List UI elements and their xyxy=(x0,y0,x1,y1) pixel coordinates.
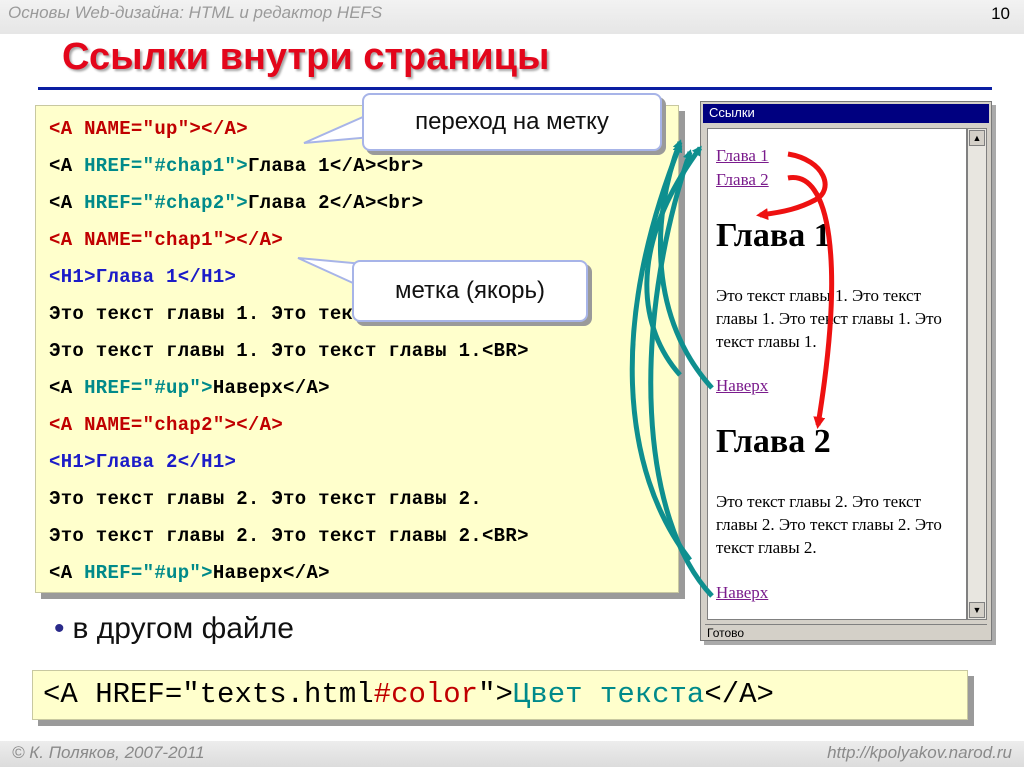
code-token: HREF="#up"> xyxy=(84,377,213,399)
code-token: Это текст главы 1. Это текст главы 1.<BR… xyxy=(49,340,529,362)
code-token: <H1>Глава 2</H1> xyxy=(49,451,237,473)
code-line-5: <H1>Глава 1</H1> xyxy=(49,266,236,288)
code-token: <A xyxy=(49,562,85,584)
link-chapter-1[interactable]: Глава 1 xyxy=(716,146,769,166)
callout-anchor: метка (якорь) xyxy=(352,260,588,322)
bullet-text: в другом файле xyxy=(72,612,294,645)
code-token: <A xyxy=(43,678,96,711)
code-token: <A xyxy=(49,155,85,177)
code-line-12: Это текст главы 2. Это текст главы 2.<BR… xyxy=(49,525,529,547)
code-token: Наверх</A> xyxy=(212,377,330,399)
link-chapter-2[interactable]: Глава 2 xyxy=(716,170,769,190)
paragraph-chapter-2: Это текст главы 2. Это текст главы 2. Эт… xyxy=(716,492,942,557)
site-url: http://kpolyakov.narod.ru xyxy=(827,743,1012,762)
code-token: <A NAME="chap1"></A> xyxy=(49,229,284,251)
code-line-3: <A HREF="#chap2">Глава 2</A><br> xyxy=(49,192,423,214)
scroll-down-icon[interactable]: ▼ xyxy=(969,602,985,618)
code-line-1: <A NAME="up"></A> xyxy=(49,118,248,140)
code-token: HREF="#chap2"> xyxy=(84,192,248,214)
browser-titlebar: Ссылки xyxy=(703,104,989,123)
code-token: HREF="#up"> xyxy=(84,562,213,584)
course-title: Основы Web-дизайна: HTML и редактор HEFS xyxy=(8,3,383,22)
callout-jump: переход на метку xyxy=(362,93,662,151)
heading-chapter-1: Глава 1 xyxy=(716,217,831,254)
code-line-8: <A HREF="#up">Наверх</A> xyxy=(49,377,330,399)
code-token: <A NAME="up"></A> xyxy=(49,118,248,140)
code-token: Глава 1</A><br> xyxy=(247,155,424,177)
code-line-external: <A HREF="texts.html#color">Цвет текста</… xyxy=(43,678,774,711)
browser-scrollbar[interactable]: ▲ ▼ xyxy=(967,128,987,620)
code-token: HREF="texts.html xyxy=(95,678,374,711)
browser-window: Ссылки Глава 1 Глава 2 Глава 1 Это текст… xyxy=(700,101,992,641)
code-line-7: Это текст главы 1. Это текст главы 1.<BR… xyxy=(49,340,529,362)
code-token: Глава 2</A><br> xyxy=(247,192,424,214)
code-token: </A> xyxy=(704,678,774,711)
slide-title: Ссылки внутри страницы xyxy=(62,36,550,78)
browser-title: Ссылки xyxy=(709,105,755,120)
bullet-other-file: • в другом файле xyxy=(54,612,294,646)
code-block: <A NAME="up"></A> <A HREF="#chap1">Глава… xyxy=(35,105,679,593)
title-rule xyxy=(38,87,992,90)
paragraph-chapter-1: Это текст главы 1. Это текст главы 1. Эт… xyxy=(716,286,942,351)
link-up-2[interactable]: Наверх xyxy=(716,583,768,603)
code-token: <A xyxy=(49,377,85,399)
browser-status: Готово xyxy=(705,624,987,640)
bullet-dot-icon: • xyxy=(54,612,65,645)
copyright: © К. Поляков, 2007-2011 xyxy=(12,743,205,762)
code-token: <H1>Глава 1</H1> xyxy=(49,266,237,288)
code-line-4: <A NAME="chap1"></A> xyxy=(49,229,283,251)
code-token: HREF="#chap1"> xyxy=(84,155,248,177)
code-block-2: <A HREF="texts.html#color">Цвет текста</… xyxy=(32,670,968,720)
code-token: Это текст главы 2. Это текст главы 2. xyxy=(49,488,482,510)
code-token: <A xyxy=(49,192,85,214)
code-line-11: Это текст главы 2. Это текст главы 2. xyxy=(49,488,482,510)
heading-chapter-2: Глава 2 xyxy=(716,423,831,460)
code-token: Это текст главы 2. Это текст главы 2.<BR… xyxy=(49,525,529,547)
header-bar: Основы Web-дизайна: HTML и редактор HEFS… xyxy=(0,0,1024,34)
slide-number: 10 xyxy=(991,4,1010,23)
code-line-2: <A HREF="#chap1">Глава 1</A><br> xyxy=(49,155,423,177)
code-token: "> xyxy=(478,678,513,711)
code-token: <A NAME="chap2"></A> xyxy=(49,414,284,436)
code-line-10: <H1>Глава 2</H1> xyxy=(49,451,236,473)
code-token: Наверх</A> xyxy=(212,562,330,584)
code-line-9: <A NAME="chap2"></A> xyxy=(49,414,283,436)
code-token: Цвет текста xyxy=(512,678,705,711)
scroll-up-icon[interactable]: ▲ xyxy=(969,130,985,146)
link-up-1[interactable]: Наверх xyxy=(716,376,768,396)
code-line-13: <A HREF="#up">Наверх</A> xyxy=(49,562,330,584)
browser-content: Глава 1 Глава 2 Глава 1 Это текст главы … xyxy=(707,128,967,620)
footer-bar: © К. Поляков, 2007-2011 http://kpolyakov… xyxy=(0,741,1024,767)
code-token: #color xyxy=(373,678,479,711)
